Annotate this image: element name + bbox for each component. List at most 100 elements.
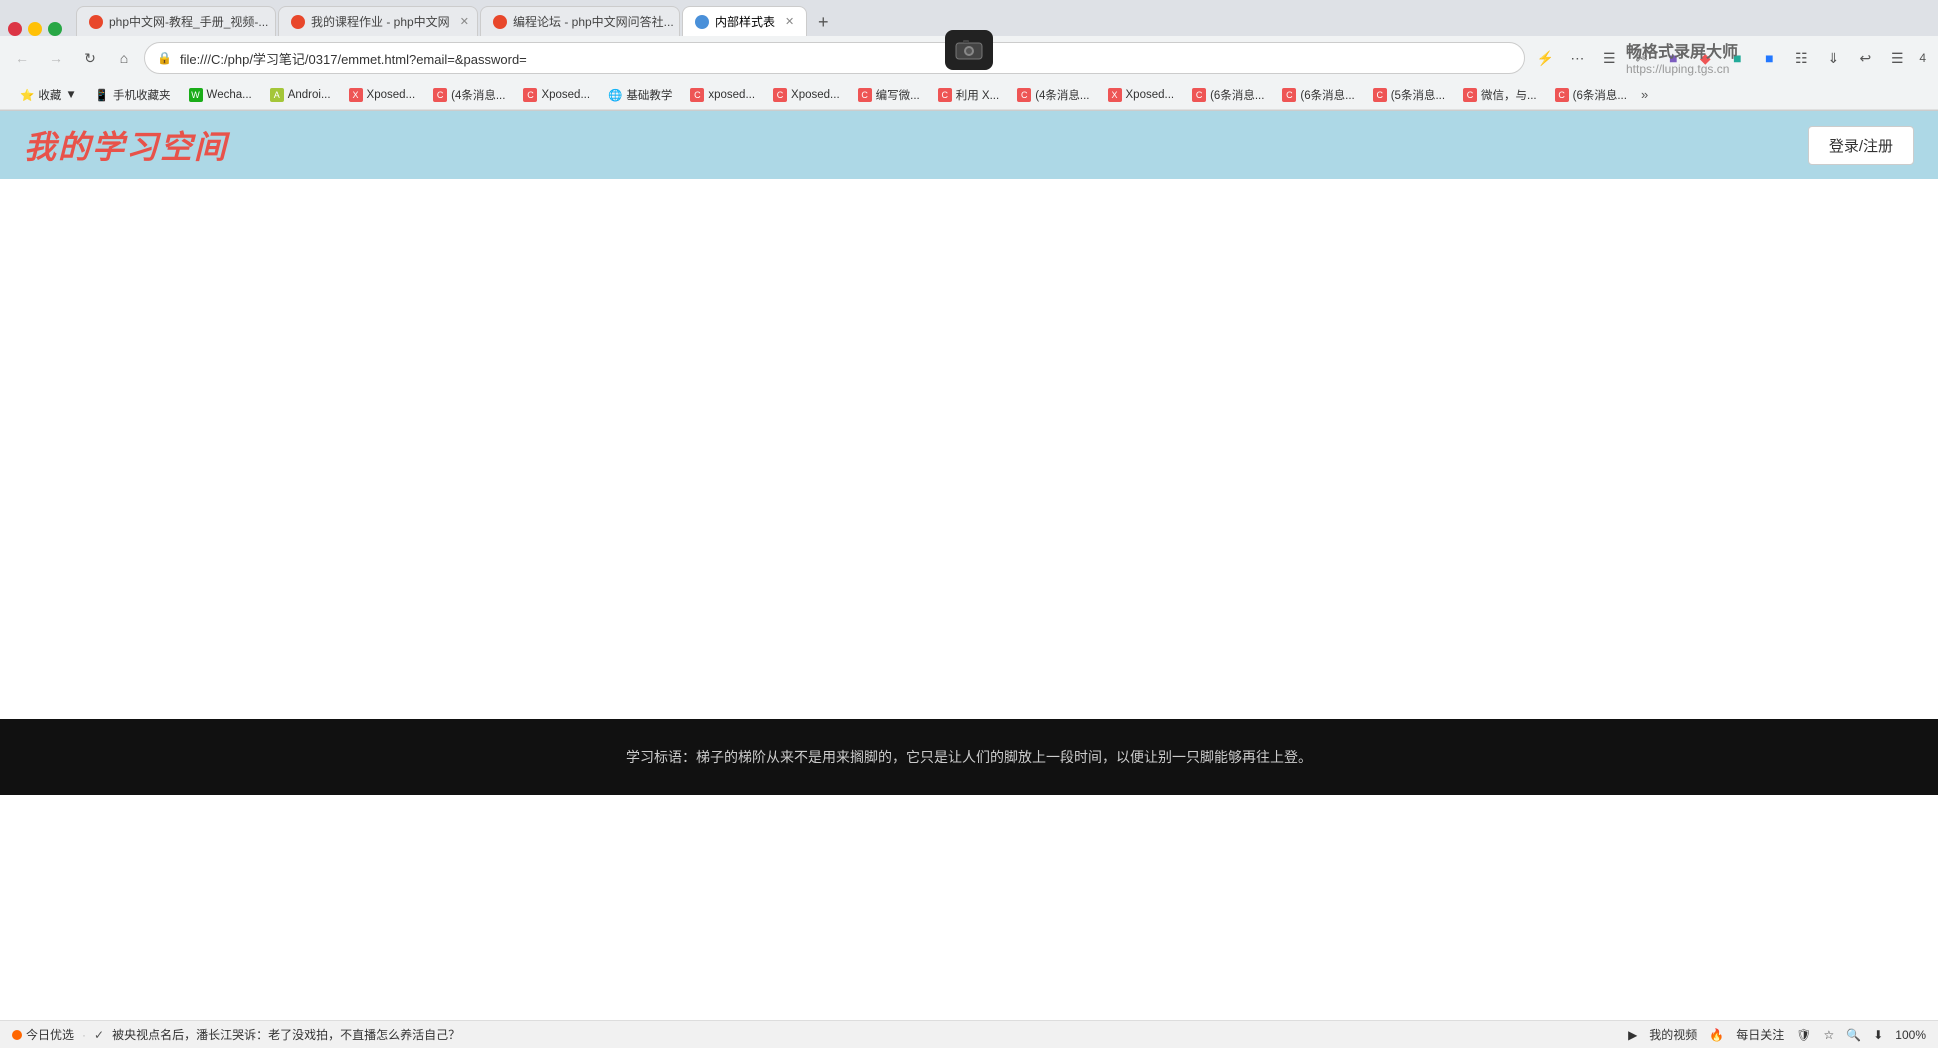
bookmark-xposed3[interactable]: C xposed... [682,86,763,104]
forward-button[interactable]: → [42,44,70,72]
bookmark-c6-label: (6条消息... [1573,87,1627,103]
my-video-label[interactable]: 我的视频 [1649,1026,1697,1043]
download-icon: ⬇ [1873,1028,1883,1042]
extensions-button[interactable]: ⚡ [1531,44,1559,72]
tab-3-favicon [493,15,507,29]
status-news-text: 被央视点名后，潘长江哭诉：老了没戏拍，不直播怎么养活自己？ [112,1026,460,1043]
addon-button-4[interactable]: ■ [1755,44,1783,72]
daily-follow-label[interactable]: 每日关注 [1736,1026,1784,1043]
bookmark-mobile[interactable]: 📱 手机收藏夹 [87,85,179,105]
bookmark-c2[interactable]: C (4条消息... [1009,85,1097,105]
today-pick-label: 今日优选 [26,1026,74,1043]
tab-3[interactable]: 编程论坛 - php中文网问答社... ✕ [480,6,680,36]
zoom-level: 100% [1895,1028,1926,1042]
bookmark-wechat-label: Wecha... [207,89,252,101]
back-button[interactable]: ← [8,44,36,72]
grid-button[interactable]: ☷ [1787,44,1815,72]
window-number: 4 [1915,51,1930,65]
bookmark-xposed3-label: xposed... [708,89,755,101]
bookmark-c2-icon: C [1017,88,1031,102]
tab-2-close[interactable]: ✕ [460,15,469,28]
tab-2[interactable]: 我的课程作业 - php中文网 ✕ [278,6,478,36]
address-bar[interactable]: 🔒 file:///C:/php/学习笔记/0317/emmet.html?em… [144,42,1525,74]
bookmark-c1-label: (4条消息... [451,87,505,103]
bookmark-xposed4[interactable]: C Xposed... [765,86,848,104]
bookmark-c5[interactable]: C (5条消息... [1365,85,1453,105]
scissors-button[interactable]: ✄ [1627,44,1655,72]
status-bar: 今日优选 · ✓ 被央视点名后，潘长江哭诉：老了没戏拍，不直播怎么养活自己？ ▶… [0,1020,1938,1048]
bookmark-basic[interactable]: 🌐 基础教学 [600,85,680,105]
page-content: 我的学习空间 登录/注册 学习标语：梯子的梯阶从来不是用来搁脚的，它只是让人们的… [0,111,1938,795]
bookmark-xposed1-icon: X [349,88,363,102]
sidebar-toggle[interactable]: ☰ [1595,44,1623,72]
more-button[interactable]: ⋯ [1563,44,1591,72]
bookmark-xposed2-label: Xposed... [541,89,590,101]
bookmark-android[interactable]: A Androi... [262,86,339,104]
bookmark-write-icon: C [858,88,872,102]
search-icon: 🔍 [1846,1028,1861,1042]
today-pick-item[interactable]: 今日优选 [12,1026,74,1043]
my-video-icon: ▶ [1628,1028,1637,1042]
bookmark-wechat2[interactable]: C 微信，与... [1455,85,1545,105]
addon-button-2[interactable]: ◆ [1691,44,1719,72]
bookmark-xposed1[interactable]: X Xposed... [341,86,424,104]
flame-icon: 🔥 [1709,1028,1724,1042]
bookmark-c3-icon: C [1192,88,1206,102]
tab-4[interactable]: 内部样式表 ✕ [682,6,807,36]
home-button[interactable]: ⌂ [110,44,138,72]
minimize-window-button[interactable] [28,22,42,36]
bookmark-xposed1-label: Xposed... [367,89,416,101]
tab-4-label: 内部样式表 [715,13,775,30]
bookmark-xposed2[interactable]: C Xposed... [515,86,598,104]
bookmarks-more-button[interactable]: » [1641,87,1648,102]
url-text: file:///C:/php/学习笔记/0317/emmet.html?emai… [180,49,1512,68]
bookmark-favorites-icon: ⭐ [20,88,34,102]
bookmark-write[interactable]: C 编写微... [850,85,928,105]
bookmark-xposed3-icon: C [690,88,704,102]
footer-motto: 学习标语：梯子的梯阶从来不是用来搁脚的，它只是让人们的脚放上一段时间，以便让别一… [20,747,1918,767]
tab-3-label: 编程论坛 - php中文网问答社... [513,13,674,30]
addon-button-3[interactable]: ■ [1723,44,1751,72]
undo-button[interactable]: ↩ [1851,44,1879,72]
menu-button[interactable]: ☰ [1883,44,1911,72]
reload-button[interactable]: ↻ [76,44,104,72]
bookmark-wechat2-icon: C [1463,88,1477,102]
tab-4-close[interactable]: ✕ [785,15,794,28]
bookmark-c6[interactable]: C (6条消息... [1547,85,1635,105]
download-button[interactable]: ⇓ [1819,44,1847,72]
bookmark-favorites-arrow: ▼ [65,89,76,101]
cam-overlay [945,30,993,70]
status-right: ▶ 我的视频 🔥 每日关注 🛡 ☆ 🔍 ⬇ 100% [1628,1026,1926,1043]
bookmark-c3[interactable]: C (6条消息... [1184,85,1272,105]
close-window-button[interactable] [8,22,22,36]
status-divider: · [82,1028,86,1042]
bookmark-android-icon: A [270,88,284,102]
site-footer: 学习标语：梯子的梯阶从来不是用来搁脚的，它只是让人们的脚放上一段时间，以便让别一… [0,719,1938,795]
bookmark-c1[interactable]: C (4条消息... [425,85,513,105]
bookmark-mobile-label: 手机收藏夹 [113,87,171,103]
bookmark-use-label: 利用 X... [956,87,999,103]
new-tab-button[interactable]: + [809,8,837,36]
site-title: 我的学习空间 [24,122,228,168]
bookmark-c6-icon: C [1555,88,1569,102]
tab-1[interactable]: php中文网-教程_手册_视频-... ✕ [76,6,276,36]
tab-1-favicon [89,15,103,29]
status-left: 今日优选 · ✓ 被央视点名后，潘长江哭诉：老了没戏拍，不直播怎么养活自己？ [12,1026,460,1043]
bookmark-use[interactable]: C 利用 X... [930,85,1007,105]
bookmark-xposed4-icon: C [773,88,787,102]
toolbar-right: ⚡ ⋯ ☰ ✄ ■ ◆ ■ ■ ☷ ⇓ ↩ ☰ 4 [1531,44,1930,72]
bookmark-c4-icon: C [1282,88,1296,102]
tab-4-favicon [695,15,709,29]
star-icon: ☆ [1824,1028,1835,1042]
bookmark-c1-icon: C [433,88,447,102]
bookmark-favorites-label: 收藏 [38,87,61,103]
bookmark-wechat[interactable]: W Wecha... [181,86,260,104]
addon-button-1[interactable]: ■ [1659,44,1687,72]
bookmark-favorites[interactable]: ⭐ 收藏 ▼ [12,85,85,105]
maximize-window-button[interactable] [48,22,62,36]
login-button[interactable]: 登录/注册 [1808,126,1914,165]
bookmark-xposed5[interactable]: X Xposed... [1100,86,1183,104]
bookmark-use-icon: C [938,88,952,102]
bookmark-c4[interactable]: C (6条消息... [1274,85,1362,105]
shield-icon: 🛡 [1796,1028,1811,1042]
